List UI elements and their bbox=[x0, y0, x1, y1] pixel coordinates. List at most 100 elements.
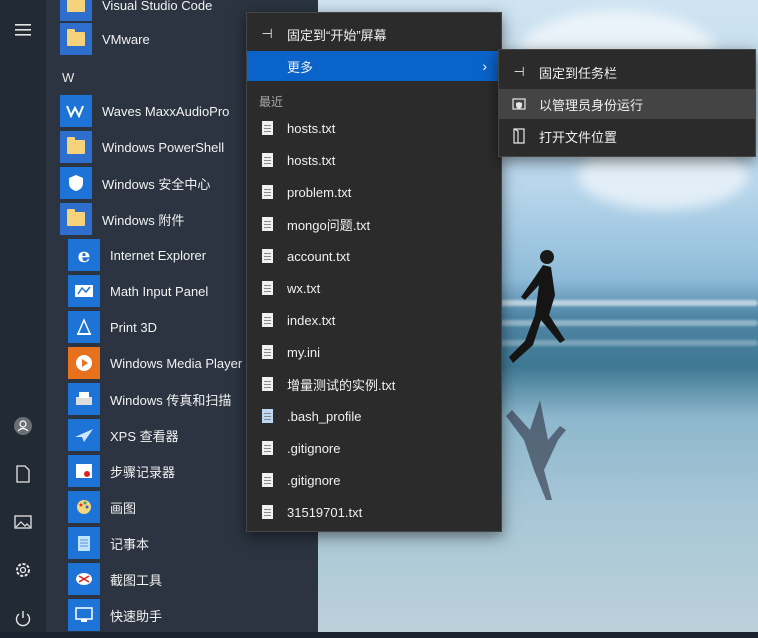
app-item-windows-powershell[interactable]: Windows PowerShell bbox=[60, 130, 224, 164]
chevron-right-icon: › bbox=[482, 58, 487, 74]
recent-file-item[interactable]: wx.txt bbox=[247, 273, 501, 303]
app-label: Print 3D bbox=[110, 319, 157, 335]
document-icon bbox=[261, 185, 273, 199]
document-icon bbox=[261, 313, 273, 327]
file-name: .bash_profile bbox=[287, 408, 362, 424]
app-item-snipping-tool[interactable]: 截图工具 bbox=[68, 562, 162, 596]
notepad-file-icon bbox=[261, 409, 273, 423]
file-name: wx.txt bbox=[287, 280, 321, 296]
app-label: Math Input Panel bbox=[110, 283, 209, 299]
document-icon bbox=[261, 473, 273, 487]
folder-icon bbox=[60, 131, 92, 163]
folder-icon bbox=[60, 203, 92, 235]
app-item-paint[interactable]: 画图 bbox=[68, 490, 136, 524]
settings-icon[interactable] bbox=[0, 550, 46, 590]
app-item-xps-viewer[interactable]: XPS 查看器 bbox=[68, 418, 179, 452]
pin-icon: ⊣ bbox=[261, 26, 273, 41]
app-context-menu: ⊣ 固定到“开始”屏幕 更多 › 最近 hosts.txt hosts.txt … bbox=[246, 12, 502, 532]
user-icon[interactable] bbox=[0, 406, 46, 446]
recent-file-item[interactable]: .gitignore bbox=[247, 465, 501, 495]
app-item-print-3d[interactable]: Print 3D bbox=[68, 310, 157, 344]
document-icon bbox=[261, 217, 273, 231]
file-name: my.ini bbox=[287, 344, 320, 360]
document-icon bbox=[261, 505, 273, 519]
file-name: 增量测试的实例.txt bbox=[287, 377, 396, 393]
app-item-quick-assist[interactable]: 快速助手 bbox=[68, 598, 162, 632]
math-input-icon bbox=[68, 275, 100, 307]
pin-to-start-item[interactable]: ⊣ 固定到“开始”屏幕 bbox=[247, 19, 501, 49]
file-name: hosts.txt bbox=[287, 152, 336, 168]
shield-icon bbox=[60, 167, 92, 199]
app-item-windows-fax-scan[interactable]: Windows 传真和扫描 bbox=[68, 382, 231, 416]
more-submenu: ⊣ 固定到任务栏 以管理员身份运行 打开文件位置 bbox=[498, 49, 756, 157]
run-as-admin-item[interactable]: 以管理员身份运行 bbox=[499, 89, 755, 119]
file-location-icon bbox=[499, 128, 539, 144]
folder-icon bbox=[60, 23, 92, 55]
menu-item-label: 打开文件位置 bbox=[539, 129, 618, 145]
recent-file-item[interactable]: index.txt bbox=[247, 305, 501, 335]
document-icon bbox=[261, 249, 273, 263]
app-item-windows-media-player[interactable]: Windows Media Player bbox=[68, 346, 242, 380]
documents-icon[interactable] bbox=[0, 454, 46, 494]
open-file-location-item[interactable]: 打开文件位置 bbox=[499, 121, 755, 151]
app-item-notepad[interactable]: 记事本 bbox=[68, 526, 149, 560]
fax-scan-icon bbox=[68, 383, 100, 415]
quick-assist-icon bbox=[68, 599, 100, 631]
app-item-waves-maxxaudiopro[interactable]: Waves MaxxAudioPro bbox=[60, 94, 229, 128]
file-name: mongo问题.txt bbox=[287, 217, 371, 233]
app-item-steps-recorder[interactable]: 步骤记录器 bbox=[68, 454, 175, 488]
app-item-windows-security[interactable]: Windows 安全中心 bbox=[60, 166, 210, 200]
recent-file-item[interactable]: 增量测试的实例.txt bbox=[247, 369, 501, 399]
app-label: 截图工具 bbox=[110, 572, 163, 588]
recent-header: 最近 bbox=[259, 95, 284, 109]
app-item-vmware[interactable]: VMware bbox=[60, 22, 150, 56]
app-label: Windows 附件 bbox=[102, 212, 185, 228]
snipping-tool-icon bbox=[68, 563, 100, 595]
app-label: 快速助手 bbox=[110, 608, 163, 624]
media-player-icon bbox=[68, 347, 100, 379]
recent-file-item[interactable]: .gitignore bbox=[247, 433, 501, 463]
app-item-math-input-panel[interactable]: Math Input Panel bbox=[68, 274, 208, 308]
recent-file-item[interactable]: hosts.txt bbox=[247, 113, 501, 143]
app-label: VMware bbox=[102, 31, 150, 47]
shield-admin-icon bbox=[499, 97, 539, 111]
file-name: hosts.txt bbox=[287, 120, 336, 136]
app-label: Windows Media Player bbox=[110, 355, 243, 371]
section-letter-w[interactable]: W bbox=[62, 70, 74, 85]
recent-file-item[interactable]: problem.txt bbox=[247, 177, 501, 207]
file-name: 31519701.txt bbox=[287, 504, 363, 520]
app-label: Internet Explorer bbox=[110, 247, 207, 263]
menu-item-label: 固定到任务栏 bbox=[539, 65, 618, 81]
document-icon bbox=[261, 377, 273, 391]
menu-item-label: 更多 bbox=[287, 59, 314, 75]
recent-file-item[interactable]: account.txt bbox=[247, 241, 501, 271]
pictures-icon[interactable] bbox=[0, 502, 46, 542]
document-icon bbox=[261, 121, 273, 135]
power-icon[interactable] bbox=[0, 598, 46, 638]
recent-file-item[interactable]: my.ini bbox=[247, 337, 501, 367]
start-rail bbox=[0, 0, 46, 632]
recent-file-item[interactable]: hosts.txt bbox=[247, 145, 501, 175]
runner-figure bbox=[509, 250, 565, 363]
app-label: Waves MaxxAudioPro bbox=[102, 103, 230, 119]
waves-icon bbox=[60, 95, 92, 127]
app-label: Visual Studio Code bbox=[102, 0, 213, 13]
recent-file-item[interactable]: mongo问题.txt bbox=[247, 209, 501, 239]
file-name: problem.txt bbox=[287, 184, 352, 200]
pin-to-taskbar-item[interactable]: ⊣ 固定到任务栏 bbox=[499, 57, 755, 87]
ie-icon: e bbox=[68, 239, 100, 271]
app-item-visual-studio-code[interactable]: Visual Studio Code bbox=[60, 0, 212, 22]
app-label: Windows PowerShell bbox=[102, 139, 225, 155]
menu-item-label: 固定到“开始”屏幕 bbox=[287, 27, 387, 43]
recent-file-item[interactable]: 31519701.txt bbox=[247, 497, 501, 527]
recent-file-item[interactable]: .bash_profile bbox=[247, 401, 501, 431]
more-item[interactable]: 更多 › bbox=[247, 51, 501, 81]
app-item-internet-explorer[interactable]: e Internet Explorer bbox=[68, 238, 206, 272]
app-item-windows-accessories[interactable]: Windows 附件 bbox=[60, 202, 184, 236]
hamburger-menu-icon[interactable] bbox=[0, 10, 46, 50]
document-icon bbox=[261, 153, 273, 167]
app-label: 步骤记录器 bbox=[110, 464, 176, 480]
paint-icon bbox=[68, 491, 100, 523]
app-label: Windows 传真和扫描 bbox=[110, 392, 232, 408]
app-label: 画图 bbox=[110, 500, 137, 516]
